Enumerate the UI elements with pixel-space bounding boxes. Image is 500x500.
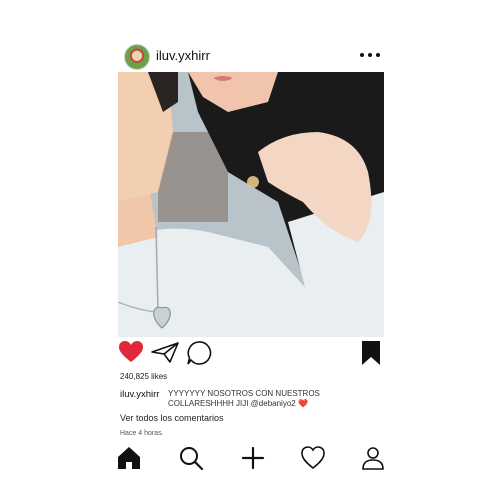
heart-outline-icon[interactable] <box>300 445 326 471</box>
heart-emoji: ❤️ <box>297 399 308 408</box>
post-timestamp: Hace 4 horas. <box>120 430 164 437</box>
post-username[interactable]: iluv.yxhirr <box>156 48 210 63</box>
post-header: iluv.yxhirr <box>118 42 384 70</box>
view-comments-link[interactable]: Ver todos los comentarios <box>120 413 224 423</box>
heart-filled-icon[interactable] <box>118 340 144 364</box>
paper-plane-icon[interactable] <box>150 340 180 364</box>
bottom-nav <box>112 445 388 471</box>
post-photo-illustration <box>118 72 384 337</box>
home-icon[interactable] <box>116 445 142 471</box>
profile-icon[interactable] <box>360 445 386 471</box>
avatar[interactable] <box>124 44 150 70</box>
search-icon[interactable] <box>178 445 204 471</box>
plus-icon[interactable] <box>240 445 266 471</box>
caption: iluv.yxhirr YYYYYYY NOSOTROS CON NUESTRO… <box>120 389 382 408</box>
post-photo[interactable] <box>118 72 384 337</box>
caption-text-block: YYYYYYY NOSOTROS CON NUESTROS COLLARESHH… <box>168 389 368 409</box>
comment-bubble-icon[interactable] <box>186 340 212 366</box>
post-actions <box>118 340 384 368</box>
bookmark-icon[interactable] <box>361 340 381 366</box>
likes-count[interactable]: 240,825 likes <box>120 372 167 381</box>
caption-username[interactable]: iluv.yxhirr <box>120 389 159 400</box>
more-options-icon[interactable] <box>360 50 380 60</box>
